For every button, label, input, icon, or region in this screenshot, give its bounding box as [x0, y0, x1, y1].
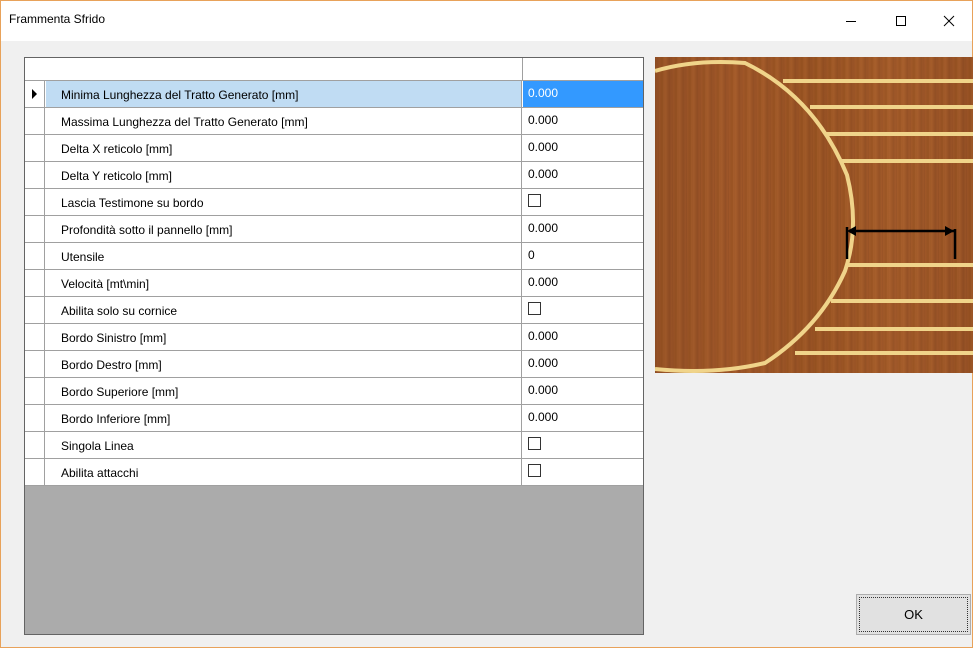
property-checkbox-cell[interactable] — [523, 297, 643, 323]
property-row[interactable]: Bordo Inferiore [mm] 0.000 — [25, 405, 643, 432]
property-row[interactable]: Massima Lunghezza del Tratto Generato [m… — [25, 108, 643, 135]
maximize-button[interactable] — [878, 1, 924, 41]
row-header[interactable] — [25, 216, 45, 242]
property-label: Minima Lunghezza del Tratto Generato [mm… — [46, 81, 522, 107]
property-row[interactable]: Velocità [mt\min] 0.000 — [25, 270, 643, 297]
property-value[interactable]: 0.000 — [523, 216, 643, 242]
close-button[interactable] — [926, 1, 972, 41]
minimize-button[interactable] — [828, 1, 874, 41]
property-value[interactable]: 0.000 — [523, 270, 643, 296]
property-value[interactable]: 0.000 — [523, 108, 643, 134]
property-checkbox-cell[interactable] — [523, 189, 643, 215]
property-label: Bordo Sinistro [mm] — [46, 324, 522, 350]
row-header[interactable] — [25, 459, 45, 485]
row-header[interactable] — [25, 189, 45, 215]
property-checkbox-cell[interactable] — [523, 432, 643, 458]
checkbox[interactable] — [528, 302, 541, 315]
row-header[interactable] — [25, 351, 45, 377]
title-bar: Frammenta Sfrido — [1, 1, 972, 41]
property-row[interactable]: Bordo Superiore [mm] 0.000 — [25, 378, 643, 405]
property-label: Massima Lunghezza del Tratto Generato [m… — [46, 108, 522, 134]
property-label: Abilita solo su cornice — [46, 297, 522, 323]
current-row-arrow-icon — [32, 89, 37, 99]
row-header[interactable] — [25, 81, 45, 107]
row-header[interactable] — [25, 297, 45, 323]
window-title: Frammenta Sfrido — [9, 12, 106, 26]
header-separator — [522, 58, 523, 80]
property-row[interactable]: Profondità sotto il pannello [mm] 0.000 — [25, 216, 643, 243]
property-value[interactable]: 0 — [523, 243, 643, 269]
property-grid[interactable]: Minima Lunghezza del Tratto Generato [mm… — [24, 57, 644, 635]
dialog-window: Frammenta Sfrido Minima Lunghezza del Tr… — [0, 0, 973, 648]
row-header[interactable] — [25, 378, 45, 404]
property-checkbox-cell[interactable] — [523, 459, 643, 485]
property-value[interactable]: 0.000 — [523, 162, 643, 188]
property-label: Delta X reticolo [mm] — [46, 135, 522, 161]
property-label: Bordo Destro [mm] — [46, 351, 522, 377]
property-row[interactable]: Delta X reticolo [mm] 0.000 — [25, 135, 643, 162]
property-value[interactable]: 0.000 — [523, 405, 643, 431]
property-row[interactable]: Abilita solo su cornice — [25, 297, 643, 324]
property-value[interactable]: 0.000 — [523, 135, 643, 161]
row-header[interactable] — [25, 405, 45, 431]
row-header[interactable] — [25, 162, 45, 188]
property-label: Singola Linea — [46, 432, 522, 458]
maximize-icon — [896, 16, 906, 26]
row-header[interactable] — [25, 243, 45, 269]
minimize-icon — [846, 21, 856, 22]
property-label: Utensile — [46, 243, 522, 269]
ok-button[interactable]: OK — [856, 594, 971, 635]
grid-header — [25, 58, 643, 81]
row-header[interactable] — [25, 432, 45, 458]
property-row[interactable]: Delta Y reticolo [mm] 0.000 — [25, 162, 643, 189]
row-header[interactable] — [25, 270, 45, 296]
property-row[interactable]: Minima Lunghezza del Tratto Generato [mm… — [25, 81, 643, 108]
property-value[interactable]: 0.000 — [523, 81, 643, 107]
property-value[interactable]: 0.000 — [523, 324, 643, 350]
property-row[interactable]: Bordo Destro [mm] 0.000 — [25, 351, 643, 378]
row-header[interactable] — [25, 135, 45, 161]
checkbox[interactable] — [528, 464, 541, 477]
property-label: Profondità sotto il pannello [mm] — [46, 216, 522, 242]
checkbox[interactable] — [528, 194, 541, 207]
preview-image — [655, 57, 973, 373]
property-label: Abilita attacchi — [46, 459, 522, 485]
property-value[interactable]: 0.000 — [523, 378, 643, 404]
property-row[interactable]: Bordo Sinistro [mm] 0.000 — [25, 324, 643, 351]
property-row[interactable]: Abilita attacchi — [25, 459, 643, 486]
close-icon — [943, 15, 955, 27]
grid-rows: Minima Lunghezza del Tratto Generato [mm… — [25, 81, 643, 486]
property-row[interactable]: Utensile 0 — [25, 243, 643, 270]
property-row[interactable]: Singola Linea — [25, 432, 643, 459]
row-header[interactable] — [25, 108, 45, 134]
property-label: Bordo Inferiore [mm] — [46, 405, 522, 431]
property-label: Lascia Testimone su bordo — [46, 189, 522, 215]
property-label: Velocità [mt\min] — [46, 270, 522, 296]
wood-panel-illustration — [655, 57, 973, 373]
property-label: Delta Y reticolo [mm] — [46, 162, 522, 188]
property-value[interactable]: 0.000 — [523, 351, 643, 377]
row-header[interactable] — [25, 324, 45, 350]
property-label: Bordo Superiore [mm] — [46, 378, 522, 404]
checkbox[interactable] — [528, 437, 541, 450]
property-row[interactable]: Lascia Testimone su bordo — [25, 189, 643, 216]
